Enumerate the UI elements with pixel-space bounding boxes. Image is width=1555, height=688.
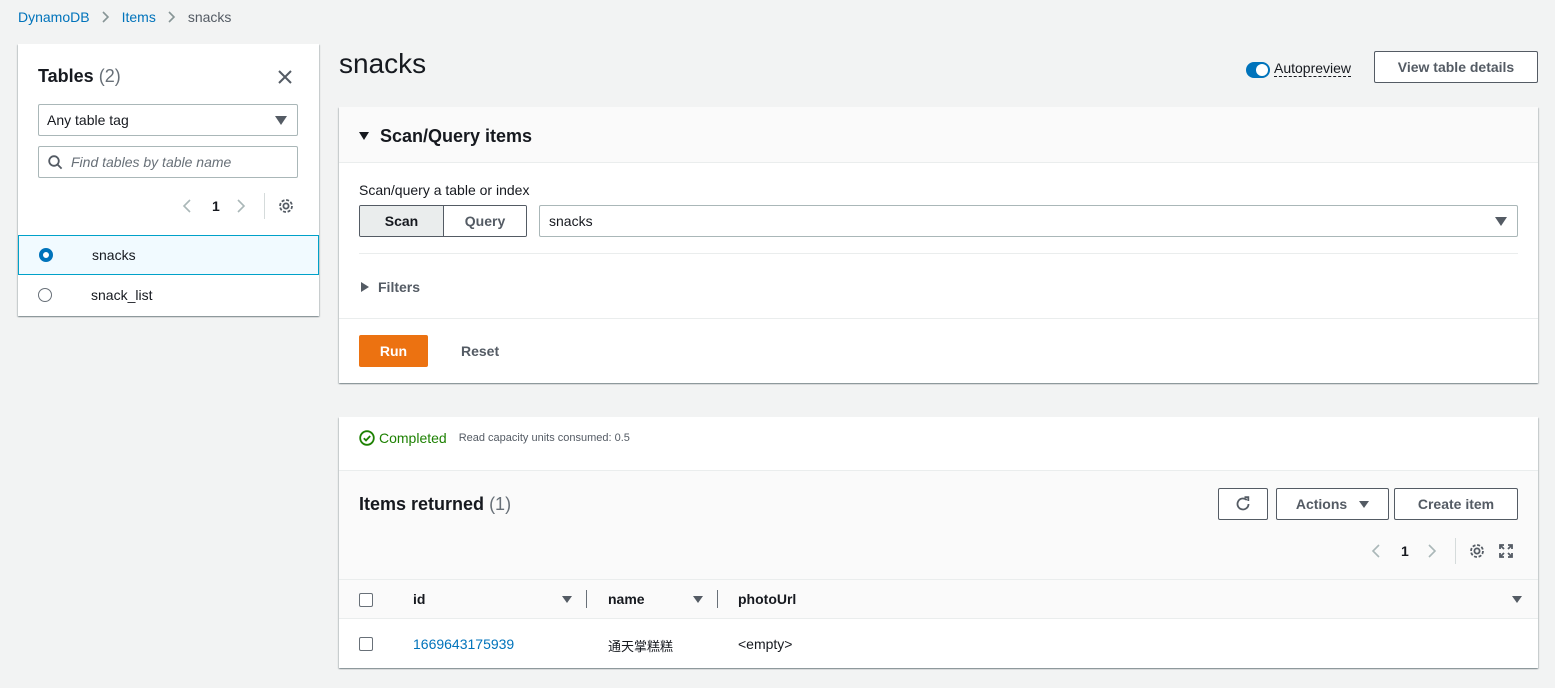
autopreview-label[interactable]: Autopreview [1274, 60, 1352, 77]
chevron-left-icon[interactable] [182, 198, 192, 214]
divider [339, 318, 1538, 319]
chevron-left-icon[interactable] [1371, 543, 1381, 559]
table-row-snack-list[interactable]: snack_list [18, 275, 319, 315]
caret-down-icon [1495, 217, 1507, 226]
tables-panel: Tables (2) Any table tag 1 snacks snack_… [18, 44, 319, 316]
chevron-right-icon [168, 11, 176, 23]
sort-caret-icon[interactable] [562, 596, 572, 603]
caret-down-icon [1359, 500, 1370, 508]
radio-unselected-icon[interactable] [38, 288, 52, 302]
divider [1454, 538, 1456, 564]
gear-icon[interactable] [277, 197, 295, 215]
tables-panel-title: Tables (2) [38, 66, 121, 87]
items-returned-title: Items returned (1) [359, 494, 511, 515]
items-returned-count: (1) [489, 494, 512, 514]
check-circle-icon [359, 430, 375, 446]
breadcrumb-dynamodb[interactable]: DynamoDB [18, 9, 90, 25]
capacity-text: Read capacity units consumed: 0.5 [458, 432, 630, 444]
close-icon[interactable] [276, 68, 294, 86]
tables-page-number[interactable]: 1 [212, 198, 220, 214]
refresh-icon [1234, 495, 1252, 513]
refresh-button[interactable] [1218, 488, 1268, 520]
column-divider[interactable] [717, 590, 718, 608]
results-table-header: id name photoUrl [339, 579, 1538, 619]
items-pagination: 1 [1371, 538, 1514, 564]
chevron-right-icon[interactable] [1427, 543, 1437, 559]
autopreview-toggle[interactable] [1246, 62, 1270, 78]
chevron-right-icon [102, 11, 110, 23]
results-header: Items returned (1) Actions Create item 1 [339, 470, 1538, 579]
scan-query-header[interactable]: Scan/Query items [339, 107, 1538, 163]
chevron-right-icon[interactable] [236, 198, 246, 214]
item-photourl: <empty> [738, 636, 793, 652]
column-divider[interactable] [586, 590, 587, 608]
create-item-button[interactable]: Create item [1394, 488, 1518, 520]
filters-label: Filters [378, 279, 421, 295]
scan-query-subtitle: Scan/query a table or index [359, 182, 530, 198]
sort-caret-icon[interactable] [1512, 596, 1522, 603]
table-row: 1669643175939 通天掌糕糕 <empty> [339, 620, 1538, 668]
scan-query-toggle: Scan Query [359, 205, 527, 237]
table-name: snack_list [91, 287, 153, 303]
table-tag-select[interactable]: Any table tag [38, 104, 298, 136]
breadcrumb-items[interactable]: Items [122, 9, 156, 25]
column-header-name[interactable]: name [608, 591, 645, 607]
items-returned-text: Items returned [359, 494, 485, 514]
breadcrumb-current: snacks [187, 9, 232, 25]
query-button[interactable]: Query [444, 206, 526, 236]
scan-query-title: Scan/Query items [380, 126, 533, 146]
item-name: 通天掌糕糕 [608, 640, 674, 655]
results-card: Completed Read capacity units consumed: … [339, 417, 1538, 668]
column-header-id[interactable]: id [413, 591, 425, 607]
caret-down-icon [275, 116, 287, 125]
table-row-snacks[interactable]: snacks [18, 235, 319, 275]
table-tag-value: Any table tag [47, 112, 129, 128]
scan-button[interactable]: Scan [360, 206, 444, 236]
column-header-photourl[interactable]: photoUrl [738, 591, 796, 607]
caret-down-icon [359, 132, 369, 140]
tables-pagination: 1 [182, 193, 295, 219]
reset-button[interactable]: Reset [461, 343, 499, 359]
divider [263, 193, 265, 219]
select-all-checkbox[interactable] [359, 593, 373, 607]
scan-query-card: Scan/Query items Scan/query a table or i… [339, 107, 1538, 383]
caret-right-icon [361, 282, 369, 292]
item-id-link[interactable]: 1669643175939 [413, 636, 514, 652]
status-indicator: Completed Read capacity units consumed: … [359, 430, 630, 446]
tables-count: (2) [98, 66, 121, 86]
page-title: snacks [339, 48, 427, 79]
divider [359, 253, 1518, 254]
run-button[interactable]: Run [359, 335, 428, 367]
search-icon [48, 154, 63, 170]
tables-title-text: Tables [38, 66, 94, 86]
table-index-value: snacks [549, 213, 593, 229]
status-text: Completed [379, 430, 447, 446]
view-table-details-button[interactable]: View table details [1374, 51, 1538, 83]
actions-label: Actions [1295, 496, 1348, 512]
table-search-input[interactable] [71, 154, 291, 170]
breadcrumb: DynamoDB Items snacks [18, 8, 231, 26]
sort-caret-icon[interactable] [693, 596, 703, 603]
table-name: snacks [92, 247, 136, 263]
fullscreen-icon[interactable] [1498, 543, 1514, 559]
filters-expander[interactable]: Filters [361, 279, 420, 295]
row-checkbox[interactable] [359, 637, 373, 651]
actions-dropdown[interactable]: Actions [1276, 488, 1389, 520]
items-page-number[interactable]: 1 [1401, 543, 1409, 559]
radio-selected-icon[interactable] [39, 248, 53, 262]
table-search-box [38, 146, 298, 178]
gear-icon[interactable] [1468, 542, 1486, 560]
table-index-select[interactable]: snacks [539, 205, 1518, 237]
